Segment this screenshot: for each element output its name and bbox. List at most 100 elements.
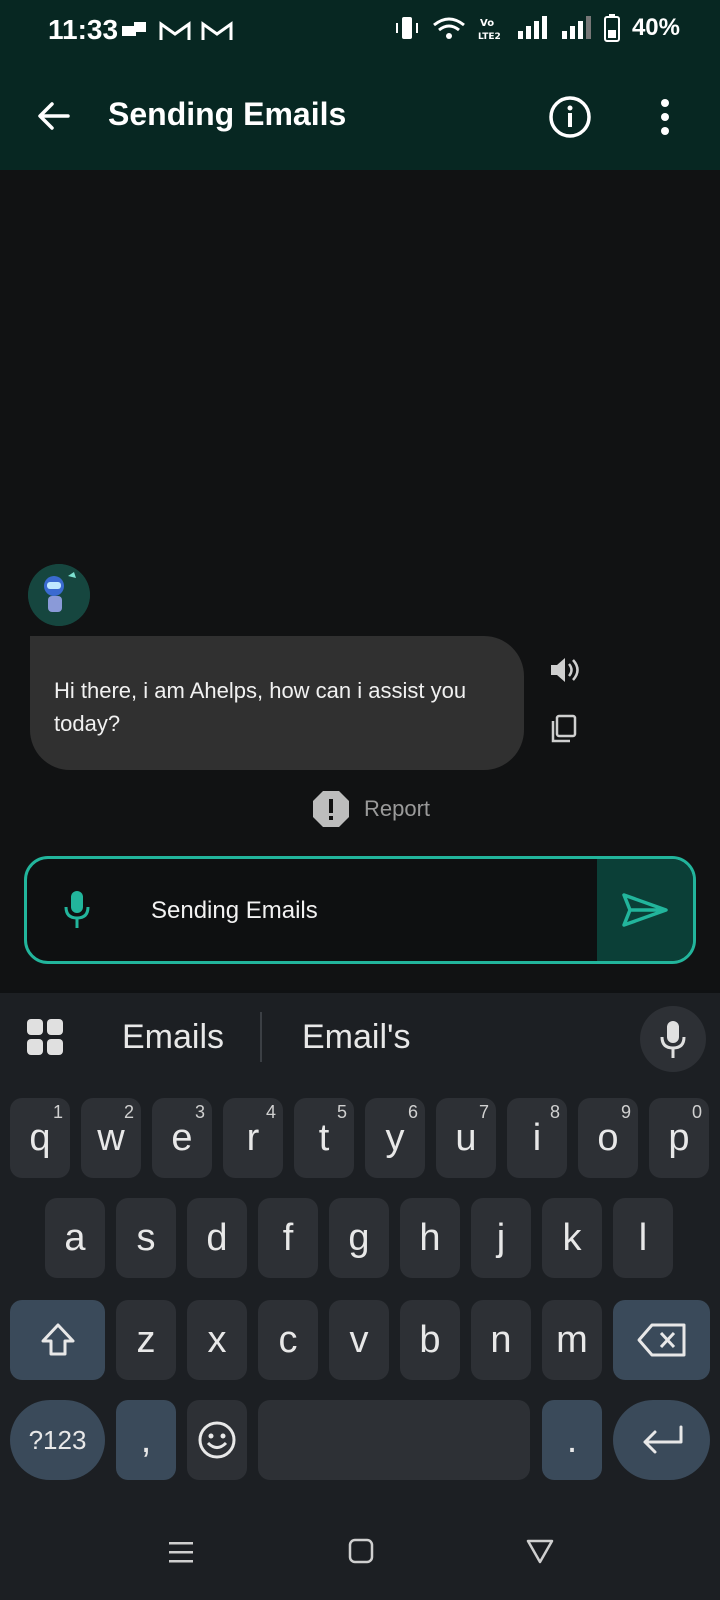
enter-key[interactable] [613,1400,710,1480]
info-button[interactable] [548,95,592,144]
report-button[interactable]: Report [312,790,430,828]
home-button[interactable] [348,1538,374,1569]
key-label: o [597,1116,619,1159]
key-label: i [532,1116,542,1159]
grid-icon [27,1019,63,1055]
key-label: t [318,1116,330,1159]
status-time: 11:33 [48,14,119,45]
key-g[interactable]: g [329,1198,389,1278]
comma-key[interactable]: , [116,1400,176,1480]
key-number: 3 [194,1102,205,1122]
send-button[interactable] [597,859,693,961]
keyboard-voice-button[interactable] [640,1006,706,1072]
report-icon [313,791,349,827]
suggestion[interactable]: Emails [122,1018,224,1057]
gmail-icon [201,21,233,40]
key-o[interactable]: o9 [578,1098,638,1178]
key-j[interactable]: j [471,1198,531,1278]
key-label: p [668,1116,690,1159]
wifi-icon [433,17,465,39]
key-y[interactable]: y6 [365,1098,425,1178]
key-a[interactable]: a [45,1198,105,1278]
recents-button[interactable] [168,1540,194,1569]
enter-icon [643,1425,682,1454]
message-input-container[interactable]: Sending Emails [24,856,696,964]
key-x[interactable]: x [187,1300,247,1380]
mic-icon [660,1021,686,1058]
key-m[interactable]: m [542,1300,602,1380]
avatar [28,564,90,626]
home-icon [348,1538,374,1564]
key-s[interactable]: s [116,1198,176,1278]
message-input[interactable]: Sending Emails [151,897,318,925]
backspace-key[interactable] [613,1300,710,1380]
key-t[interactable]: t5 [294,1098,354,1178]
keyboard-menu-button[interactable] [26,1018,64,1061]
key-h[interactable]: h [400,1198,460,1278]
report-label: Report [364,796,431,821]
shift-key[interactable] [10,1300,105,1380]
more-options-button[interactable] [658,98,672,141]
key-w[interactable]: w2 [81,1098,141,1178]
gmail-icon [159,21,191,40]
key-label: e [171,1116,193,1159]
status-right-icons: Vo LTE2 40% [394,14,680,42]
key-number: 2 [123,1102,134,1122]
key-u[interactable]: u7 [436,1098,496,1178]
emoji-key[interactable] [187,1400,247,1480]
robot-icon [28,564,90,626]
key-number: 8 [549,1102,560,1122]
key-k[interactable]: k [542,1198,602,1278]
space-key[interactable] [258,1400,530,1480]
speaker-icon [551,658,579,682]
key-p[interactable]: p0 [649,1098,709,1178]
key-label: u [455,1116,477,1159]
back-button[interactable] [36,98,72,139]
suggestion[interactable]: Email's [302,1018,411,1057]
voice-input-button[interactable] [63,889,91,936]
key-q[interactable]: q1 [10,1098,70,1178]
key-r[interactable]: r4 [223,1098,283,1178]
menu-icon [169,1542,193,1563]
key-v[interactable]: v [329,1300,389,1380]
copy-button[interactable] [550,714,578,749]
key-c[interactable]: c [258,1300,318,1380]
key-f[interactable]: f [258,1198,318,1278]
bot-message: Hi there, i am Ahelps, how can i assist … [30,636,524,770]
svg-text:Vo: Vo [480,18,494,29]
key-b[interactable]: b [400,1300,460,1380]
send-icon [622,893,668,927]
volte-icon: Vo LTE2 [478,18,501,41]
period-key[interactable]: . [542,1400,602,1480]
key-d[interactable]: d [187,1198,247,1278]
key-i[interactable]: i8 [507,1098,567,1178]
signal-icon [517,16,547,39]
back-nav-button[interactable] [526,1538,554,1569]
key-z[interactable]: z [116,1300,176,1380]
backspace-icon [637,1323,685,1357]
key-number: 4 [265,1102,276,1122]
shift-icon [41,1323,74,1356]
page-title: Sending Emails [108,96,347,132]
key-e[interactable]: e3 [152,1098,212,1178]
info-icon [549,96,591,138]
message-icon [122,22,146,36]
symbols-key[interactable]: ?123 [10,1400,105,1480]
key-l[interactable]: l [613,1198,673,1278]
key-label: w [97,1116,125,1159]
mic-icon [64,891,90,928]
svg-text:LTE2: LTE2 [478,32,501,41]
key-number: 7 [478,1102,489,1122]
key-number: 6 [407,1102,418,1122]
status-notification-icons [120,20,234,44]
key-number: 9 [620,1102,631,1122]
key-n[interactable]: n [471,1300,531,1380]
back-arrow-icon [38,102,70,130]
copy-icon [551,714,577,743]
back-icon [526,1539,554,1564]
battery-icon [603,14,620,42]
emoji-icon [198,1421,236,1459]
vibrate-icon [395,17,418,39]
read-aloud-button[interactable] [548,654,580,691]
battery-percent: 40% [631,14,680,41]
